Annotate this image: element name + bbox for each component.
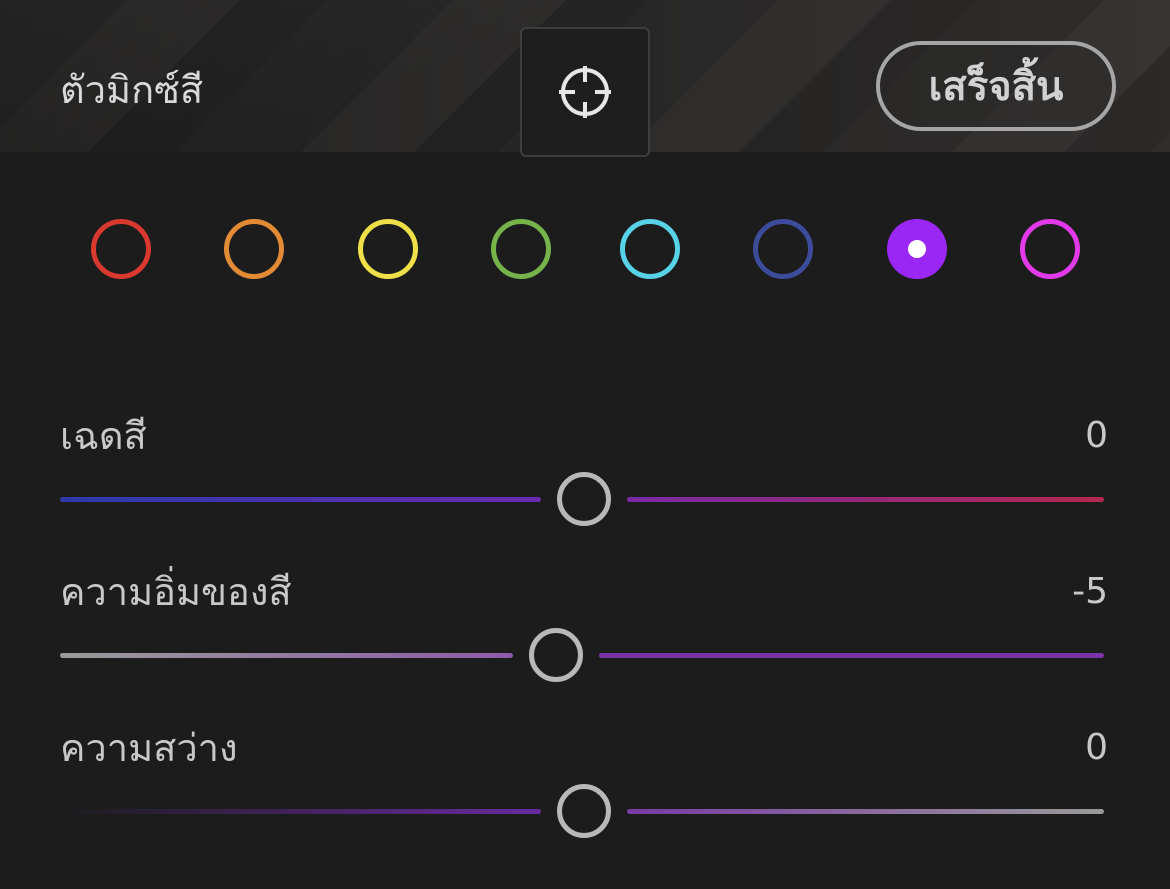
slider-value: -5	[1072, 571, 1108, 612]
color-swatch-yellow[interactable]	[358, 219, 418, 279]
color-swatch-orange[interactable]	[224, 219, 284, 279]
slider-track-left[interactable]	[60, 809, 541, 814]
panel-title: ตัวมิกซ์สี	[60, 68, 204, 112]
slider-thumb[interactable]	[557, 784, 611, 838]
slider-value: 0	[1085, 415, 1108, 456]
color-swatch-aqua[interactable]	[620, 219, 680, 279]
slider-thumb[interactable]	[528, 628, 583, 682]
done-button[interactable]: เสร็จสิ้น	[876, 41, 1116, 131]
color-swatch-green[interactable]	[491, 219, 551, 279]
slider-track-right[interactable]	[627, 497, 1104, 502]
crosshair-target-icon	[559, 66, 611, 118]
color-mixer-panel: ตัวมิกซ์สี เสร็จสิ้น เฉดสี 0 ความอิ่มของสี…	[0, 0, 1170, 889]
slider-track-left[interactable]	[60, 497, 541, 502]
slider-value: 0	[1085, 727, 1108, 768]
color-swatch-purple[interactable]	[887, 219, 947, 279]
selected-indicator-dot	[908, 240, 926, 258]
slider-label: เฉดสี	[60, 414, 147, 458]
targeted-adjustment-button[interactable]	[520, 27, 650, 157]
slider-label: ความสว่าง	[60, 726, 238, 770]
color-swatch-red[interactable]	[91, 219, 151, 279]
color-swatch-blue[interactable]	[753, 219, 813, 279]
slider-thumb[interactable]	[557, 472, 611, 526]
slider-track-left[interactable]	[60, 653, 513, 658]
slider-label: ความอิ่มของสี	[60, 570, 292, 614]
slider-track-right[interactable]	[627, 809, 1104, 814]
color-swatch-magenta[interactable]	[1020, 219, 1080, 279]
slider-track-right[interactable]	[598, 653, 1104, 658]
